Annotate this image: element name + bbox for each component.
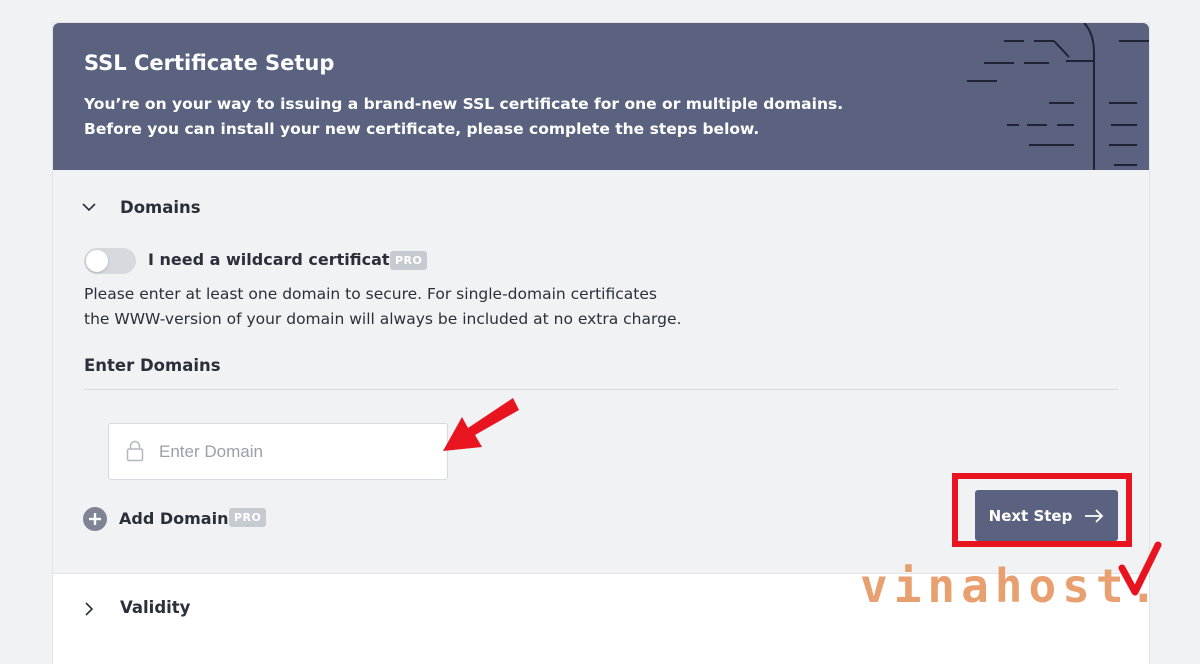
page-subtitle: You’re on your way to issuing a brand-ne… xyxy=(84,92,884,142)
domains-section-label: Domains xyxy=(120,197,201,217)
arrow-right-icon xyxy=(1085,508,1104,523)
toggle-knob xyxy=(86,250,108,272)
subtitle-line-2: Before you can install your new certific… xyxy=(84,120,760,138)
header-decoration xyxy=(967,23,1149,170)
wildcard-toggle[interactable] xyxy=(84,248,136,274)
plus-icon xyxy=(89,513,101,525)
domain-help-text: Please enter at least one domain to secu… xyxy=(84,282,764,332)
help-line-1: Please enter at least one domain to secu… xyxy=(84,285,657,303)
lock-icon xyxy=(126,440,144,462)
chevron-right-icon xyxy=(85,602,94,616)
wildcard-label: I need a wildcard certificate xyxy=(148,250,401,269)
domains-section-header[interactable]: Domains xyxy=(53,172,1149,242)
divider xyxy=(84,389,1118,390)
pro-badge: PRO xyxy=(229,508,267,527)
pro-badge: PRO xyxy=(390,251,428,270)
domain-input-wrapper[interactable] xyxy=(108,423,448,480)
next-step-button[interactable]: Next Step xyxy=(975,490,1118,541)
add-domain-label: Add Domain xyxy=(119,509,229,528)
header-banner: SSL Certificate Setup You’re on your way… xyxy=(53,23,1149,170)
domain-input[interactable] xyxy=(157,424,441,479)
subtitle-line-1: You’re on your way to issuing a brand-ne… xyxy=(84,95,844,113)
watermark-text: vinahost. xyxy=(860,559,1163,613)
validity-section-label: Validity xyxy=(120,598,191,617)
enter-domains-title: Enter Domains xyxy=(84,356,221,375)
next-step-label: Next Step xyxy=(988,506,1073,525)
vinahost-watermark: vinahost. xyxy=(860,541,1163,613)
page-title: SSL Certificate Setup xyxy=(84,51,335,75)
add-circle xyxy=(83,507,107,531)
chevron-down-icon xyxy=(82,203,96,212)
help-line-2: the WWW-version of your domain will alwa… xyxy=(84,310,682,328)
red-arrow-annotation xyxy=(443,398,519,451)
